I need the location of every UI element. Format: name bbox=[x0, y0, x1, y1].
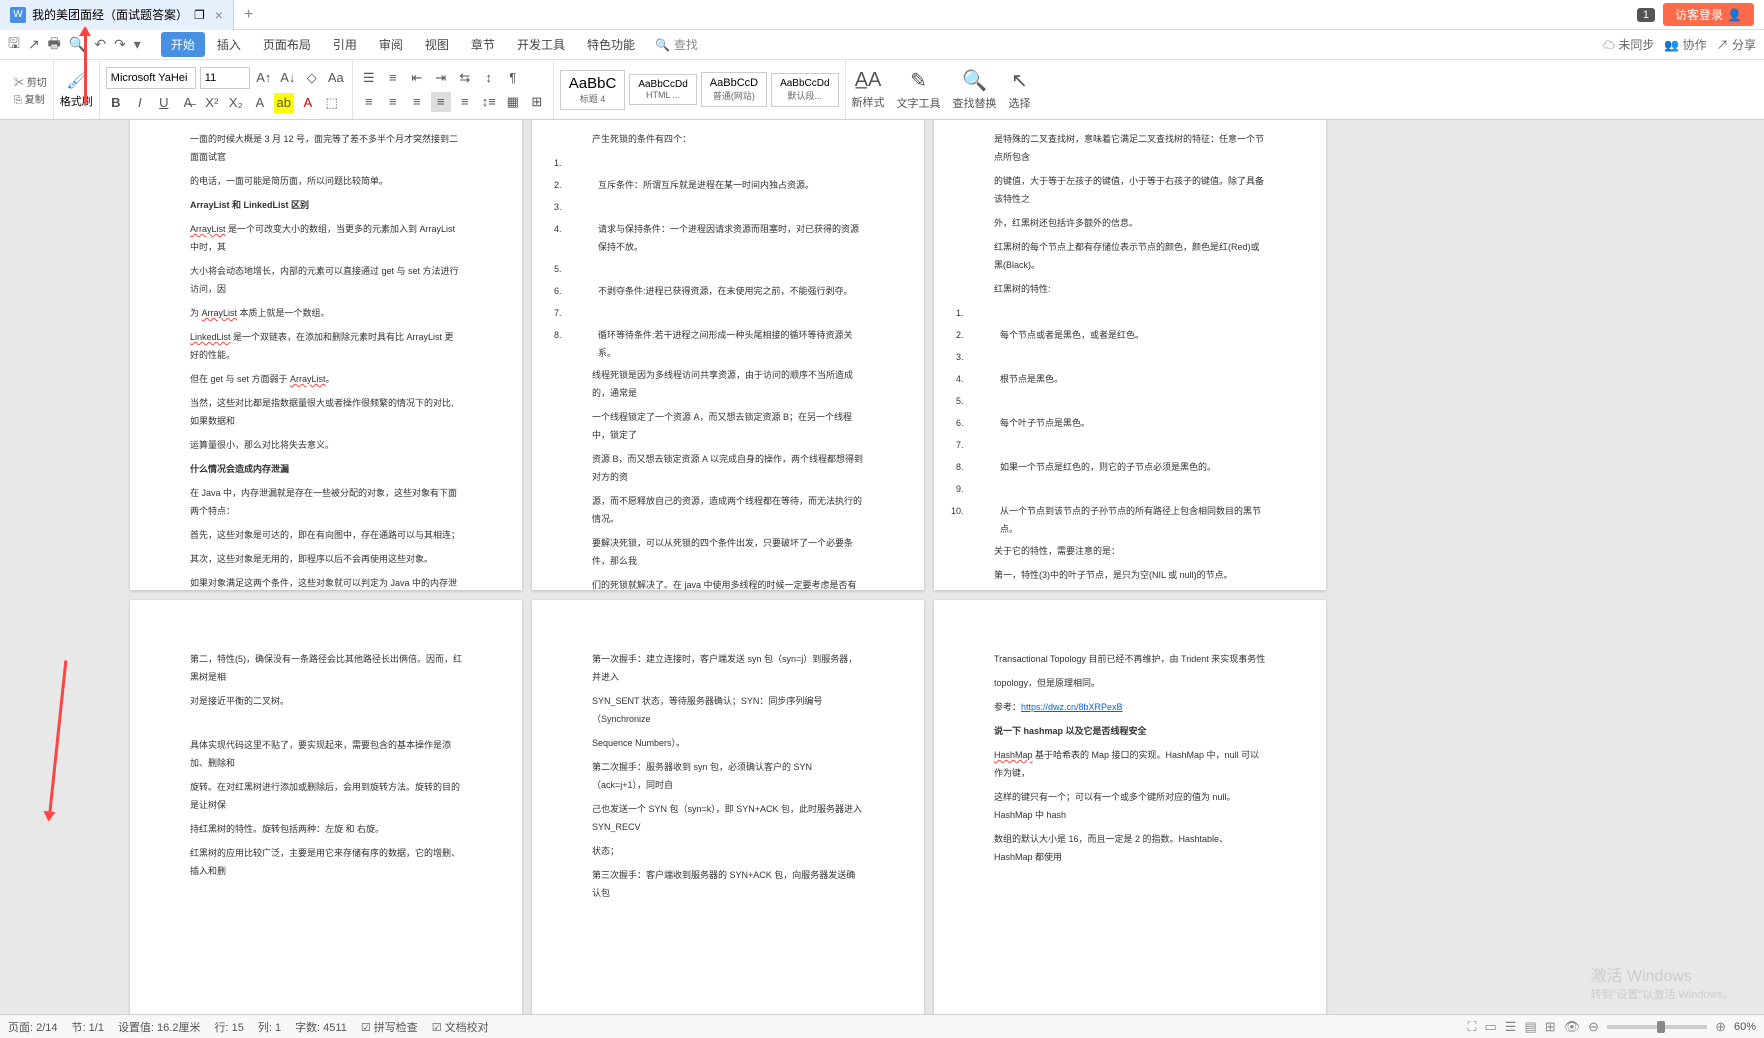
annotation-arrow-1 bbox=[84, 28, 87, 103]
page-5: 第一次握手：建立连接时，客户端发送 syn 包（syn=j）到服务器，并进入 S… bbox=[532, 600, 924, 1014]
change-case-icon[interactable]: Aa bbox=[326, 68, 346, 88]
sort-icon[interactable]: ↕ bbox=[479, 68, 499, 88]
tab-icon[interactable]: ⇆ bbox=[455, 68, 475, 88]
sync-status[interactable]: ☁ 未同步 bbox=[1603, 36, 1654, 53]
menu-review[interactable]: 审阅 bbox=[369, 32, 413, 57]
menu-insert[interactable]: 插入 bbox=[207, 32, 251, 57]
status-col[interactable]: 列: 1 bbox=[258, 1019, 281, 1035]
font-name-select[interactable] bbox=[106, 67, 196, 89]
status-words[interactable]: 字数: 4511 bbox=[295, 1019, 347, 1035]
status-setval[interactable]: 设置值: 16.2厘米 bbox=[118, 1019, 201, 1035]
search-box[interactable]: 🔍 查找 bbox=[655, 36, 698, 53]
print-icon[interactable]: 🖶 bbox=[48, 33, 61, 57]
superscript-icon[interactable]: X² bbox=[202, 93, 222, 113]
cut-button[interactable]: ✂ 剪切 bbox=[14, 74, 47, 89]
new-style-button[interactable]: A̲A新样式 bbox=[846, 69, 891, 110]
align-justify-icon[interactable]: ≡ bbox=[431, 92, 451, 112]
status-row[interactable]: 行: 15 bbox=[214, 1019, 243, 1035]
tab-title: 我的美团面经（面试题答案） bbox=[32, 6, 188, 23]
increase-indent-icon[interactable]: ⇥ bbox=[431, 68, 451, 88]
word-icon: W bbox=[10, 7, 26, 23]
status-section[interactable]: 节: 1/1 bbox=[72, 1019, 104, 1035]
decrease-indent-icon[interactable]: ⇤ bbox=[407, 68, 427, 88]
zoom-level[interactable]: 60% bbox=[1734, 1021, 1756, 1033]
font-color-icon[interactable]: A bbox=[298, 93, 318, 113]
font-size-select[interactable] bbox=[200, 67, 250, 89]
align-center-icon[interactable]: ≡ bbox=[383, 92, 403, 112]
zoom-in-icon[interactable]: ⊕ bbox=[1715, 1019, 1726, 1035]
view-mode-icon[interactable]: 👁 bbox=[1564, 1019, 1581, 1035]
shrink-font-icon[interactable]: A↓ bbox=[278, 68, 298, 88]
bullet-list-icon[interactable]: ☰ bbox=[359, 68, 379, 88]
shading-icon[interactable]: ▦ bbox=[503, 92, 523, 112]
number-list-icon[interactable]: ≡ bbox=[383, 68, 403, 88]
style-default[interactable]: AaBbCcDd默认段... bbox=[771, 73, 838, 107]
find-replace-button[interactable]: 🔍查找替换 bbox=[947, 68, 1003, 111]
select-button[interactable]: ↖选择 bbox=[1003, 68, 1037, 111]
view-web-icon[interactable]: ▤ bbox=[1524, 1019, 1536, 1035]
undo-icon[interactable]: ↶ bbox=[94, 36, 106, 53]
menu-devtools[interactable]: 开发工具 bbox=[507, 32, 575, 57]
page-3: 是特殊的二叉查找树，意味着它满足二叉查找树的特征：任意一个节点所包含 的键值，大… bbox=[934, 120, 1326, 590]
document-tab[interactable]: W 我的美团面经（面试题答案） ❐ × bbox=[0, 0, 234, 30]
menu-start[interactable]: 开始 bbox=[161, 32, 205, 57]
duplicate-icon[interactable]: ❐ bbox=[194, 8, 205, 22]
show-marks-icon[interactable]: ¶ bbox=[503, 68, 523, 88]
view-print-icon[interactable]: ▭ bbox=[1484, 1019, 1496, 1035]
share-button[interactable]: ↗ 分享 bbox=[1717, 36, 1756, 53]
view-read-icon[interactable]: ☰ bbox=[1505, 1019, 1517, 1035]
search-label: 查找 bbox=[674, 36, 698, 53]
view-outline-icon[interactable]: ⊞ bbox=[1545, 1019, 1556, 1035]
page-1: 一面的时候大概是 3 月 12 号，面完等了差不多半个月才突然接到二面面试官 的… bbox=[130, 120, 522, 590]
save-icon[interactable]: 🖫 bbox=[8, 33, 20, 57]
redo-icon[interactable]: ↷ bbox=[114, 36, 126, 53]
distribute-icon[interactable]: ≡ bbox=[455, 92, 475, 112]
new-tab-button[interactable]: + bbox=[234, 6, 263, 24]
status-proofread[interactable]: ☑ 文档校对 bbox=[432, 1019, 489, 1035]
text-effect-icon[interactable]: A bbox=[250, 93, 270, 113]
grow-font-icon[interactable]: A↑ bbox=[254, 68, 274, 88]
menu-page-layout[interactable]: 页面布局 bbox=[253, 32, 321, 57]
format-brush-label: 格式刷 bbox=[60, 93, 93, 109]
style-html[interactable]: AaBbCcDdHTML ... bbox=[629, 74, 696, 105]
notification-badge[interactable]: 1 bbox=[1637, 8, 1655, 22]
page-4: 第二，特性(5)，确保没有一条路径会比其他路径长出俩倍。因而，红黑树是相 对是接… bbox=[130, 600, 522, 1014]
export-icon[interactable]: ↗ bbox=[28, 36, 40, 53]
clear-format-icon[interactable]: ◇ bbox=[302, 68, 322, 88]
align-right-icon[interactable]: ≡ bbox=[407, 92, 427, 112]
search-icon: 🔍 bbox=[655, 38, 670, 52]
zoom-out-icon[interactable]: ⊖ bbox=[1588, 1019, 1599, 1035]
subscript-icon[interactable]: X₂ bbox=[226, 93, 246, 113]
menu-reference[interactable]: 引用 bbox=[323, 32, 367, 57]
bold-icon[interactable]: B bbox=[106, 93, 126, 113]
highlight-icon[interactable]: ab bbox=[274, 93, 294, 113]
menu-section[interactable]: 章节 bbox=[461, 32, 505, 57]
line-spacing-icon[interactable]: ↕≡ bbox=[479, 92, 499, 112]
copy-button[interactable]: ⎘ 复制 bbox=[14, 91, 47, 106]
fullscreen-icon[interactable]: ⛶ bbox=[1467, 1019, 1476, 1035]
menu-special[interactable]: 特色功能 bbox=[577, 32, 645, 57]
status-page[interactable]: 页面: 2/14 bbox=[8, 1019, 58, 1035]
close-tab-icon[interactable]: × bbox=[215, 7, 223, 23]
text-tool-button[interactable]: ✎文字工具 bbox=[891, 68, 947, 111]
collab-button[interactable]: 👥 协作 bbox=[1664, 36, 1706, 53]
style-normal-web[interactable]: AaBbCcD普通(网站) bbox=[701, 72, 767, 107]
strike-icon[interactable]: A̶ bbox=[178, 93, 198, 113]
char-border-icon[interactable]: ⬚ bbox=[322, 93, 342, 113]
guest-login-button[interactable]: 访客登录👤 bbox=[1663, 3, 1754, 26]
page-2: 产生死锁的条件有四个： 互斥条件：所谓互斥就是进程在某一时间内独占资源。 请求与… bbox=[532, 120, 924, 590]
underline-icon[interactable]: U bbox=[154, 93, 174, 113]
italic-icon[interactable]: I bbox=[130, 93, 150, 113]
document-area[interactable]: 一面的时候大概是 3 月 12 号，面完等了差不多半个月才突然接到二面面试官 的… bbox=[0, 120, 1764, 1014]
menu-view[interactable]: 视图 bbox=[415, 32, 459, 57]
align-left-icon[interactable]: ≡ bbox=[359, 92, 379, 112]
dropdown-icon[interactable]: ▾ bbox=[134, 36, 141, 53]
style-heading4[interactable]: AaBbC标题 4 bbox=[560, 70, 626, 110]
zoom-slider[interactable] bbox=[1607, 1025, 1707, 1029]
page-6: Transactional Topology 目前已经不再维护，由 Triden… bbox=[934, 600, 1326, 1014]
border-icon[interactable]: ⊞ bbox=[527, 92, 547, 112]
status-spellcheck[interactable]: ☑ 拼写检查 bbox=[361, 1019, 418, 1035]
